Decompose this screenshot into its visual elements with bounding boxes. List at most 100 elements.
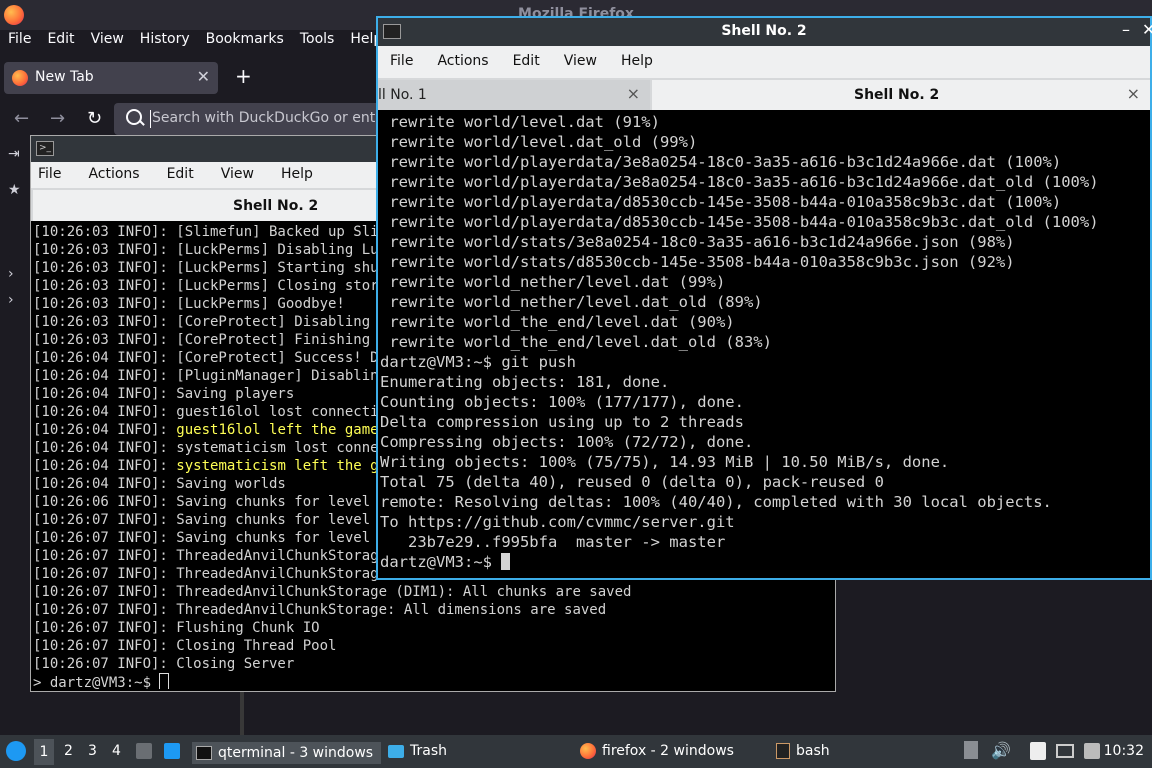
terminal-line-text: [10:26:07 INFO]: Flushing Chunk IO: [33, 620, 320, 636]
taskbar-firefox[interactable]: firefox - 2 windows: [580, 743, 734, 759]
close-tab-icon[interactable]: ×: [1127, 84, 1140, 103]
terminal-line: rewrite world/stats/3e8a0254-18c0-3a35-a…: [380, 233, 1015, 251]
t2-menu-actions[interactable]: Actions: [425, 53, 500, 69]
terminal-line-text: [10:26:06 INFO]: Saving chunks for level…: [33, 494, 396, 510]
terminal-line: [10:26:07 INFO]: Closing Server: [33, 655, 833, 673]
terminal-line: rewrite world_nether/level.dat (99%): [380, 273, 726, 291]
terminal-line-text: [10:26:03 INFO]: [LuckPerms] Goodbye!: [33, 296, 345, 312]
ff-menu-tools[interactable]: Tools: [292, 30, 343, 52]
terminal-line-text: [10:26:04 INFO]:: [33, 422, 177, 438]
workspace-1[interactable]: 1: [34, 739, 54, 765]
tab-label: ll No. 1: [378, 87, 427, 103]
terminal-line-text: [10:26:04 INFO]: Saving worlds: [33, 476, 286, 492]
terminal-line: rewrite world/playerdata/d8530ccb-145e-3…: [380, 193, 1062, 211]
workspace-3[interactable]: 3: [88, 743, 97, 759]
close-window-icon[interactable]: ✕: [1142, 20, 1152, 39]
terminal-line-text: [10:26:03 INFO]: [Slimefun] Backed up Sl…: [33, 224, 396, 240]
tab-label: Shell No. 2: [233, 198, 319, 214]
ff-menu-file[interactable]: File: [0, 30, 39, 52]
file-manager-icon[interactable]: [136, 743, 152, 759]
terminal-icon: >_: [36, 141, 54, 156]
terminal-line: [10:26:07 INFO]: Flushing Chunk IO: [33, 619, 833, 637]
t2-menu-help[interactable]: Help: [609, 53, 665, 69]
t1-menu-view[interactable]: View: [201, 166, 261, 182]
terminal-line-text: [10:26:07 INFO]: ThreadedAnvilChunkStora…: [33, 602, 607, 618]
terminal-right-output[interactable]: rewrite world/level.dat (91%) rewrite wo…: [380, 112, 1150, 578]
volume-icon[interactable]: 🔊: [991, 741, 1011, 760]
keyboard-icon[interactable]: [1084, 743, 1100, 759]
terminal-line-text: [10:26:04 INFO]: [PluginManager] Disabli…: [33, 368, 388, 384]
terminal-line: rewrite world_nether/level.dat_old (89%): [380, 293, 763, 311]
terminal-line-text: [10:26:04 INFO]: guest16lol lost connect…: [33, 404, 396, 420]
expand-chevron-icon[interactable]: ›: [8, 292, 14, 308]
firefox-menubar: File Edit View History Bookmarks Tools H…: [0, 30, 390, 52]
expand-chevron-icon[interactable]: ›: [8, 266, 14, 282]
text-caret: [150, 110, 151, 128]
terminal-line: dartz@VM3:~$ git push: [380, 353, 576, 371]
t1-menu-edit[interactable]: Edit: [147, 166, 201, 182]
back-arrow-icon[interactable]: ←: [14, 108, 29, 129]
terminal-line: remote: Resolving deltas: 100% (40/40), …: [380, 493, 1052, 511]
tab-shell-no-2[interactable]: Shell No. 2 ×: [652, 80, 1150, 110]
taskbar-trash[interactable]: Trash: [388, 743, 447, 759]
url-placeholder: Search with DuckDuckGo or ent: [152, 110, 376, 126]
terminal-right-menubar: File Actions Edit View Help: [378, 46, 1150, 78]
terminal-line-text: [10:26:04 INFO]:: [33, 458, 177, 474]
firefox-icon: [580, 743, 596, 759]
reload-icon[interactable]: ↻: [87, 108, 102, 129]
terminal-line: rewrite world/playerdata/3e8a0254-18c0-3…: [380, 153, 1062, 171]
start-menu-icon[interactable]: [6, 741, 26, 761]
terminal-line: rewrite world_the_end/level.dat_old (83%…: [380, 333, 772, 351]
bookmark-star-icon[interactable]: ★: [8, 182, 21, 198]
firefox-tab-new-tab[interactable]: New Tab ✕: [4, 62, 218, 94]
taskbar-trash-label: Trash: [410, 743, 447, 759]
taskbar-bash[interactable]: bash: [776, 743, 830, 759]
t1-menu-actions[interactable]: Actions: [68, 166, 146, 182]
terminal-line: rewrite world/level.dat_old (99%): [380, 133, 698, 151]
close-tab-icon[interactable]: ✕: [197, 67, 210, 86]
terminal-right-titlebar[interactable]: Shell No. 2 – ✕: [378, 18, 1152, 46]
t1-menu-file[interactable]: File: [31, 166, 68, 182]
network-icon[interactable]: [1056, 744, 1074, 758]
ff-menu-edit[interactable]: Edit: [39, 30, 82, 52]
workspace-4[interactable]: 4: [112, 743, 121, 759]
sign-in-icon[interactable]: ⇥: [8, 146, 20, 162]
terminal-window-right[interactable]: Shell No. 2 – ✕ File Actions Edit View H…: [376, 16, 1152, 580]
clipboard-icon[interactable]: [1030, 742, 1046, 760]
t1-menu-help[interactable]: Help: [261, 166, 320, 182]
t2-menu-view[interactable]: View: [552, 53, 609, 69]
terminal-line: [10:26:07 INFO]: ThreadedAnvilChunkStora…: [33, 601, 833, 619]
terminal-prompt-text: > dartz@VM3:~$: [33, 675, 160, 689]
workspace-2[interactable]: 2: [64, 743, 73, 759]
taskbar-qterminal[interactable]: qterminal - 3 windows: [192, 742, 382, 764]
minimize-icon[interactable]: –: [1122, 20, 1130, 39]
terminal-line: Delta compression using up to 2 threads: [380, 413, 744, 431]
terminal-prompt[interactable]: dartz@VM3:~$: [380, 552, 1150, 572]
terminal-line-text: [10:26:07 INFO]: Closing Thread Pool: [33, 638, 337, 654]
terminal-line: Enumerating objects: 181, done.: [380, 373, 670, 391]
terminal-prompt[interactable]: > dartz@VM3:~$: [33, 673, 833, 689]
ff-menu-view[interactable]: View: [83, 30, 132, 52]
close-tab-icon[interactable]: ×: [627, 84, 640, 103]
terminal-line-text: [10:26:03 INFO]: [CoreProtect] Finishing…: [33, 332, 396, 348]
t2-menu-edit[interactable]: Edit: [501, 53, 552, 69]
terminal-cursor: [159, 673, 170, 689]
new-tab-button[interactable]: +: [235, 64, 252, 88]
terminal-line-text: [10:26:03 INFO]: [LuckPerms] Disabling L…: [33, 242, 396, 258]
show-desktop-icon[interactable]: [164, 743, 180, 759]
clock[interactable]: 10:32: [1104, 743, 1144, 759]
notification-icon[interactable]: [964, 741, 978, 759]
url-bar[interactable]: Search with DuckDuckGo or ent: [114, 103, 384, 135]
forward-arrow-icon[interactable]: →: [50, 108, 65, 129]
t2-menu-file[interactable]: File: [378, 53, 425, 69]
terminal-line: Compressing objects: 100% (72/72), done.: [380, 433, 754, 451]
terminal-line-highlight: systematicism left the gam: [176, 458, 396, 474]
terminal-line-text: [10:26:07 INFO]: Saving chunks for level…: [33, 530, 396, 546]
tab-shell-no-1[interactable]: ll No. 1 ×: [378, 80, 650, 110]
terminal-line: Counting objects: 100% (177/177), done.: [380, 393, 744, 411]
ff-menu-history[interactable]: History: [132, 30, 198, 52]
terminal-line: Writing objects: 100% (75/75), 14.93 MiB…: [380, 453, 950, 471]
ff-menu-bookmarks[interactable]: Bookmarks: [198, 30, 292, 52]
terminal-line-text: [10:26:07 INFO]: Closing Server: [33, 656, 295, 672]
terminal-line: 23b7e29..f995bfa master -> master: [380, 533, 726, 551]
